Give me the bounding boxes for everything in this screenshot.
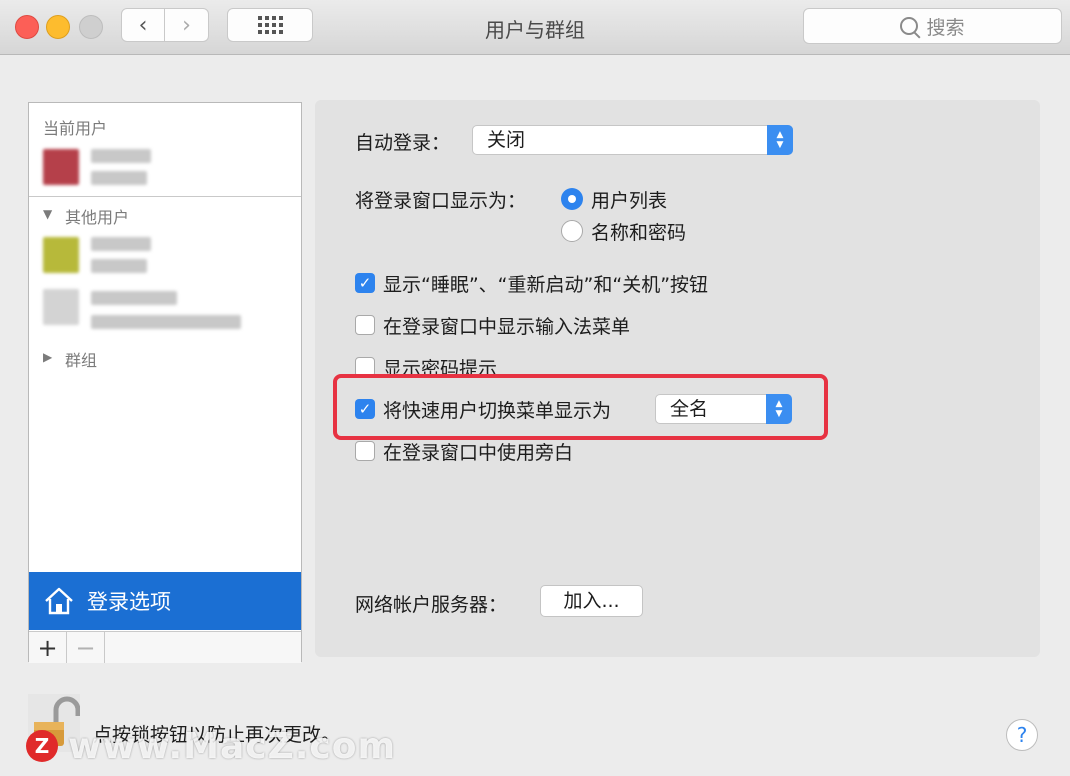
divider <box>29 196 301 197</box>
disclosure-closed-icon[interactable]: ▶ <box>43 350 52 364</box>
network-server-label: 网络帐户服务器： <box>355 594 508 616</box>
checkbox-voiceover[interactable] <box>355 441 375 461</box>
other-users-header[interactable]: 其他用户 <box>65 204 129 228</box>
join-button[interactable]: 加入... <box>540 585 643 617</box>
auto-login-label: 自动登录： <box>355 132 451 154</box>
add-user-button[interactable]: + <box>29 632 67 663</box>
annotation-highlight-box <box>333 374 828 440</box>
avatar <box>43 289 79 325</box>
avatar <box>43 149 79 185</box>
sidebar-footer: + − <box>29 631 301 663</box>
redacted-user-role <box>91 259 147 273</box>
checkbox-show-power-buttons-label[interactable]: 显示“睡眠”、“重新启动”和“关机”按钮 <box>383 270 708 297</box>
popup-arrows-icon: ▲ ▼ <box>767 125 793 155</box>
radio-name-password-label[interactable]: 名称和密码 <box>591 218 686 245</box>
disclosure-open-icon[interactable]: ▼ <box>43 207 52 221</box>
radio-user-list[interactable] <box>561 188 583 210</box>
search-icon <box>900 17 919 35</box>
watermark-text: www.MacZ.com <box>68 726 396 767</box>
groups-header[interactable]: 群组 <box>65 347 97 371</box>
redacted-user-role <box>91 171 147 185</box>
auto-login-value: 关闭 <box>487 129 526 151</box>
radio-name-password[interactable] <box>561 220 583 242</box>
title-bar: ‹ › 用户与群组 搜索 <box>0 0 1070 55</box>
redacted-user-name <box>91 237 151 251</box>
login-options-label: 登录选项 <box>87 590 171 614</box>
users-sidebar: 当前用户 ▼ 其他用户 ▶ 群组 登录选项 + − <box>28 102 302 663</box>
house-icon <box>45 587 73 615</box>
search-placeholder: 搜索 <box>926 16 965 39</box>
checkbox-input-menu-label[interactable]: 在登录窗口中显示输入法菜单 <box>383 312 630 339</box>
checkbox-input-menu[interactable] <box>355 315 375 335</box>
current-user-header: 当前用户 <box>43 119 108 138</box>
login-options-item[interactable]: 登录选项 <box>29 572 301 630</box>
redacted-user-name <box>91 291 177 305</box>
remove-user-button[interactable]: − <box>67 632 105 663</box>
search-field[interactable]: 搜索 <box>803 8 1062 44</box>
redacted-user-name <box>91 149 151 163</box>
checkbox-voiceover-label[interactable]: 在登录窗口中使用旁白 <box>383 438 573 465</box>
redacted-user-role <box>91 315 241 329</box>
help-button[interactable]: ? <box>1006 719 1038 751</box>
auto-login-popup[interactable]: 关闭 ▲ ▼ <box>472 125 793 155</box>
watermark-logo: Z <box>26 730 58 762</box>
checkbox-show-power-buttons[interactable]: ✓ <box>355 273 375 293</box>
avatar <box>43 237 79 273</box>
login-window-label: 将登录窗口显示为： <box>355 190 527 212</box>
radio-user-list-label[interactable]: 用户列表 <box>591 186 667 213</box>
